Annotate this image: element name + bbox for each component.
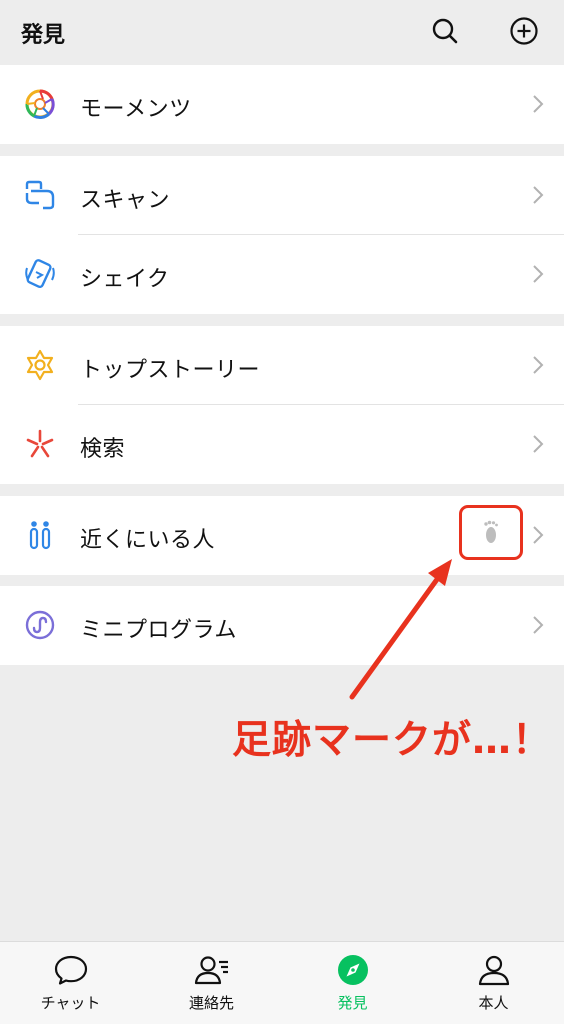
- section-top-stories-search: トップストーリー 検索: [0, 326, 564, 484]
- people-nearby-icon: [23, 518, 57, 552]
- menu-item-label: 近くにいる人: [80, 528, 216, 553]
- menu-item-shake[interactable]: シェイク: [0, 235, 564, 314]
- chevron-right-icon: [533, 526, 544, 544]
- chevron-right-icon: [533, 435, 544, 453]
- chevron-right-icon: [533, 95, 544, 113]
- menu-item-scan[interactable]: スキャン: [0, 156, 564, 235]
- chevron-right-icon: [533, 265, 544, 283]
- scan-icon: [23, 178, 57, 212]
- chat-icon: [53, 953, 89, 987]
- search-button[interactable]: [428, 14, 462, 48]
- tab-label: 本人: [478, 994, 509, 1012]
- discover-icon: [335, 953, 371, 987]
- plus-circle-icon: [510, 17, 538, 45]
- moments-icon: [23, 87, 57, 121]
- menu-item-label: スキャン: [80, 188, 171, 213]
- tab-chats[interactable]: チャット: [0, 942, 141, 1024]
- add-button[interactable]: [507, 14, 541, 48]
- contacts-icon: [194, 953, 230, 987]
- menu-item-label: シェイク: [80, 267, 170, 292]
- bottom-tab-bar: チャット 連絡先 発見 本人: [0, 941, 564, 1024]
- mini-program-icon: [23, 608, 57, 642]
- top-bar: 発見: [0, 0, 564, 64]
- chevron-right-icon: [533, 356, 544, 374]
- menu-item-label: 検索: [80, 437, 126, 462]
- section-mini-programs: ミニプログラム: [0, 586, 564, 665]
- search-feature-icon: [23, 427, 57, 461]
- page-title: 発見: [21, 23, 66, 48]
- shake-icon: [23, 257, 57, 291]
- menu-item-moments[interactable]: モーメンツ: [0, 65, 564, 144]
- menu-item-label: モーメンツ: [80, 97, 192, 122]
- tab-discover[interactable]: 発見: [282, 942, 423, 1024]
- menu-item-people-nearby[interactable]: 近くにいる人: [0, 496, 564, 575]
- tab-label: チャット: [40, 994, 101, 1012]
- highlight-box: [459, 505, 523, 560]
- tab-label: 連絡先: [188, 994, 234, 1012]
- section-people-nearby: 近くにいる人: [0, 496, 564, 575]
- menu-item-label: ミニプログラム: [80, 618, 237, 643]
- section-moments: モーメンツ: [0, 65, 564, 144]
- menu-item-top-stories[interactable]: トップストーリー: [0, 326, 564, 405]
- search-icon: [432, 18, 458, 44]
- menu-item-label: トップストーリー: [80, 358, 261, 383]
- top-stories-icon: [23, 348, 57, 382]
- tab-label: 発見: [337, 994, 368, 1012]
- me-icon: [476, 953, 512, 987]
- menu-item-search[interactable]: 検索: [0, 405, 564, 484]
- footprint-icon: [484, 520, 498, 543]
- tab-me[interactable]: 本人: [423, 942, 564, 1024]
- annotation-text: 足跡マークが…！: [232, 718, 553, 763]
- section-scan-shake: スキャン シェイク: [0, 156, 564, 314]
- menu-item-mini-programs[interactable]: ミニプログラム: [0, 586, 564, 665]
- tab-contacts[interactable]: 連絡先: [141, 942, 282, 1024]
- chevron-right-icon: [533, 616, 544, 634]
- chevron-right-icon: [533, 186, 544, 204]
